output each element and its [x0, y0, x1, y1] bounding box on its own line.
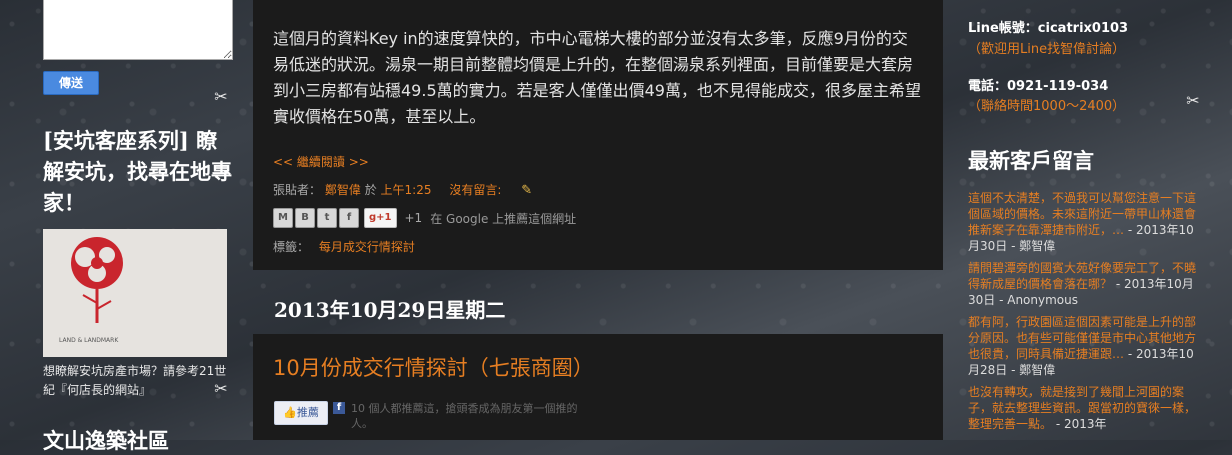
author-link[interactable]: 鄭智偉: [325, 183, 361, 197]
read-more-link[interactable]: << 繼續閱讀 >>: [273, 153, 369, 170]
left-heading: [安坑客座系列] 瞭解安坑，找尋在地專家！: [43, 128, 232, 215]
meta-at: 於: [364, 183, 377, 197]
land-landmark-logo[interactable]: LAND & LANDMARK: [43, 229, 227, 357]
line-id: Line帳號：cicatrix0103: [968, 21, 1129, 36]
like-text: 10 個人都推薦這，搶頭香成為朋友第一個推的人。: [351, 402, 578, 430]
meta-prefix: 張貼者：: [273, 183, 322, 197]
left-sidebar: 傳送 ✂ [安坑客座系列] 瞭解安坑，找尋在地專家！ LAND & LANDMA…: [0, 0, 240, 453]
post-body: 這個月的資料Key in的速度算快的，市中心電梯大樓的部分並沒有太多筆，反應9月…: [273, 29, 921, 126]
blogger-share-icon[interactable]: B: [295, 208, 315, 228]
facebook-like-button[interactable]: 👍推薦: [274, 401, 328, 425]
gplus-text: 在 Google 上推薦這個網址: [430, 211, 577, 226]
right-sidebar: Line帳號：cicatrix0103 （歡迎用Line找智偉討論） 電話：09…: [955, 0, 1232, 440]
tools-icon[interactable]: ✂: [212, 88, 230, 106]
phone-note: （聯絡時間1000～2400）: [968, 99, 1126, 114]
message-textarea[interactable]: [43, 0, 233, 60]
blog-post: 這個月的資料Key in的速度算快的，市中心電梯大樓的部分並沒有太多筆，反應9月…: [253, 0, 943, 270]
post-title[interactable]: 10月份成交行情探討（七張商圈）: [273, 352, 594, 382]
label-link[interactable]: 每月成交行情探討: [319, 240, 415, 254]
like-label: 推薦: [296, 406, 319, 419]
blog-post-2: 10月份成交行情探討（七張商圈） 👍推薦 f 10 個人都推薦這，搶頭香成為朋友…: [253, 334, 943, 440]
comment-by: - 2013年: [1052, 417, 1107, 431]
gplus-count: +1: [404, 211, 423, 225]
left-caption[interactable]: 想瞭解安坑房產市場？請參考21世紀『何店長的網站』: [43, 362, 233, 400]
list-item[interactable]: 都有阿，行政園區這個因素可能是上升的部分原因。也有些可能僅僅是市中心其他地方也很…: [968, 314, 1198, 378]
twitter-share-icon[interactable]: t: [317, 208, 337, 228]
email-share-icon[interactable]: M: [273, 208, 293, 228]
tools-icon[interactable]: ✂: [1184, 92, 1202, 110]
phone-number: 電話：0921-119-034: [968, 79, 1109, 94]
labels-row: 標籤： 每月成交行情探討: [273, 238, 415, 255]
google-plus-button[interactable]: g+1: [364, 208, 397, 228]
post-meta: 張貼者： 鄭智偉 於 上午1:25 沒有留言: ✎: [273, 181, 532, 198]
share-row: M B t f g+1 +1 在 Google 上推薦這個網址: [273, 208, 576, 228]
comments-link[interactable]: 沒有留言:: [449, 183, 501, 197]
edit-pencil-icon[interactable]: ✎: [521, 183, 532, 198]
logo-text: LAND & LANDMARK: [59, 337, 119, 344]
list-item[interactable]: 這個不太清楚，不過我可以幫您注意一下這個區域的價格。未來這附近一帶甲山林還會推新…: [968, 190, 1198, 254]
send-button[interactable]: 傳送: [43, 71, 99, 95]
labels-prefix: 標籤：: [273, 240, 310, 254]
post-time-link[interactable]: 上午1:25: [381, 183, 432, 197]
facebook-icon: f: [333, 402, 345, 414]
recent-comments-list: 這個不太清楚，不過我可以幫您注意一下這個區域的價格。未來這附近一帶甲山林還會推新…: [968, 190, 1198, 438]
recent-comments-heading: 最新客戶留言: [968, 148, 1094, 173]
line-note: （歡迎用Line找智偉討論）: [968, 42, 1126, 57]
left-bottom-heading: 文山逸築社區: [43, 428, 169, 453]
peony-logo-icon: [71, 237, 123, 323]
date-header: 2013年10月29日星期二: [274, 298, 506, 322]
list-item[interactable]: 請問碧潭旁的國賓大苑好像要完工了，不曉得新成屋的價格會落在哪？ - 2013年1…: [968, 260, 1198, 308]
list-item[interactable]: 也沒有轉攻，就是接到了幾間上河園的案子，就去整理些資訊。跟當初的寶徠一樣，整理完…: [968, 384, 1198, 432]
facebook-share-icon[interactable]: f: [339, 208, 359, 228]
tools-icon[interactable]: ✂: [212, 380, 230, 398]
